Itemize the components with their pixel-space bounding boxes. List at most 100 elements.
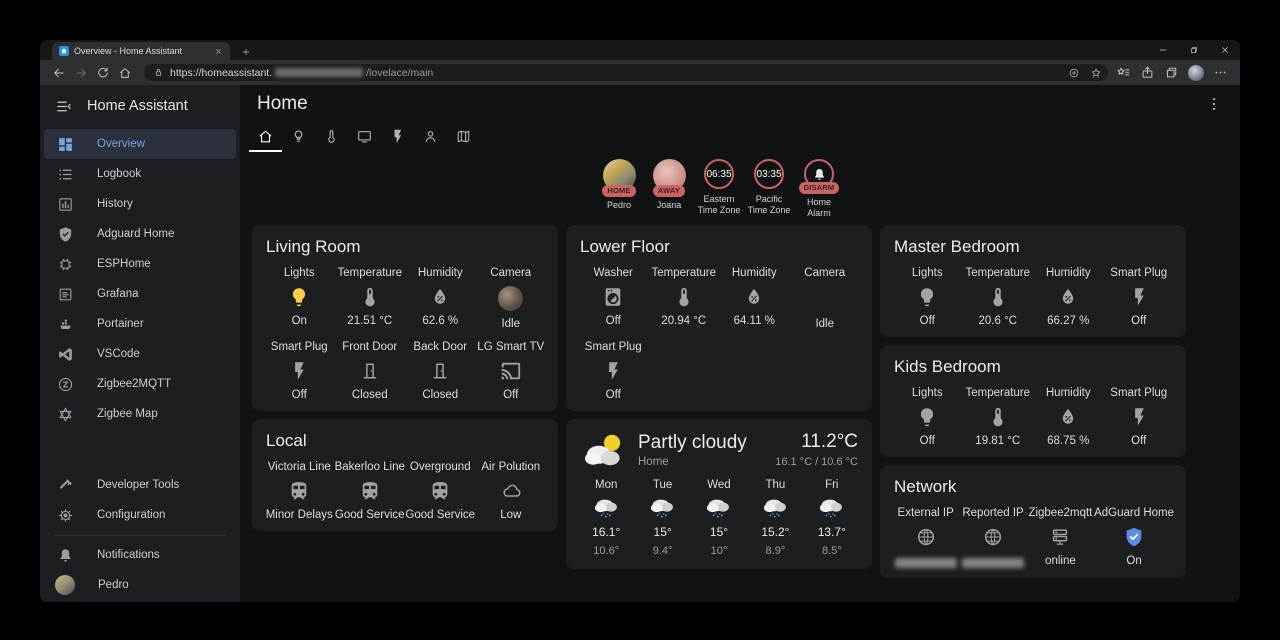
entity-temperature[interactable]: Temperature 19.81 °C bbox=[963, 386, 1034, 448]
view-tab-person[interactable] bbox=[414, 122, 447, 152]
badge-pedro[interactable]: HOME Pedro bbox=[596, 159, 643, 219]
thermo-icon bbox=[987, 286, 1009, 308]
sidebar-item-adguard-home[interactable]: Adguard Home bbox=[44, 219, 236, 249]
entity-humidity[interactable]: Humidity 62.6 % bbox=[405, 266, 476, 331]
entity-label: Camera bbox=[490, 266, 532, 279]
favorites-bar-icon[interactable] bbox=[1116, 65, 1131, 80]
forward-button[interactable] bbox=[70, 63, 92, 83]
entity-washer[interactable]: Washer Off bbox=[578, 266, 649, 331]
entity-external-ip[interactable]: External IP bbox=[892, 506, 959, 569]
site-info-icon[interactable] bbox=[1066, 65, 1082, 81]
sidebar-item-zigbee2mqtt[interactable]: Zigbee2MQTT bbox=[44, 369, 236, 399]
collections-icon[interactable] bbox=[1164, 65, 1179, 80]
entity-smart-plug[interactable]: Smart Plug Off bbox=[1104, 386, 1175, 448]
entity-victoria-line[interactable]: Victoria Line Minor Delays bbox=[264, 460, 335, 522]
browser-home-button[interactable] bbox=[114, 63, 136, 83]
browser-profile-avatar[interactable] bbox=[1188, 64, 1204, 81]
entity-reported-ip[interactable]: Reported IP bbox=[959, 506, 1026, 569]
entity-label: Temperature bbox=[651, 266, 717, 279]
entity-label: Smart Plug bbox=[270, 340, 328, 353]
new-tab-button[interactable] bbox=[238, 44, 254, 60]
entity-state: On bbox=[291, 314, 307, 327]
sidebar-item-esphome[interactable]: ESPHome bbox=[44, 249, 236, 279]
entity-state: 20.94 °C bbox=[661, 314, 707, 327]
view-tab-home[interactable] bbox=[249, 122, 282, 152]
tab-close-icon[interactable] bbox=[214, 47, 223, 56]
sidebar-item-overview[interactable]: Overview bbox=[44, 129, 236, 159]
sidebar-item-logbook[interactable]: Logbook bbox=[44, 159, 236, 189]
browser-tab[interactable]: Overview - Home Assistant bbox=[52, 42, 230, 60]
flash-icon bbox=[288, 360, 310, 382]
entity-lights[interactable]: Lights On bbox=[264, 266, 335, 331]
forecast-high: 15.2° bbox=[761, 524, 790, 539]
entity-smart-plug[interactable]: Smart Plug Off bbox=[1104, 266, 1175, 328]
entity-smart-plug[interactable]: Smart Plug Off bbox=[264, 340, 335, 402]
entity-lights[interactable]: Lights Off bbox=[892, 266, 963, 328]
entity-temperature[interactable]: Temperature 20.6 °C bbox=[963, 266, 1034, 328]
sidebar-item-pedro[interactable]: Pedro bbox=[44, 570, 236, 600]
entity-back-door[interactable]: Back Door Closed bbox=[405, 340, 476, 402]
sidebar-item-configuration[interactable]: Configuration bbox=[44, 500, 236, 530]
weather-condition: Partly cloudy bbox=[638, 431, 747, 453]
address-bar[interactable]: https://homeassistant. /lovelace/main bbox=[144, 64, 1108, 81]
refresh-button[interactable] bbox=[92, 63, 114, 83]
rainy-icon bbox=[703, 495, 734, 520]
entity-label: Lights bbox=[911, 386, 943, 399]
sidebar-item-history[interactable]: History bbox=[44, 189, 236, 219]
badge-pacific-time-zone[interactable]: 03:35 Pacific Time Zone bbox=[746, 159, 793, 219]
entity-temperature[interactable]: Temperature 21.51 °C bbox=[335, 266, 406, 331]
forecast-high: 16.1° bbox=[592, 524, 621, 539]
entity-humidity[interactable]: Humidity 64.11 % bbox=[719, 266, 790, 331]
forecast-day-mon: Mon 16.1° 10.6° bbox=[578, 479, 634, 557]
badge-home-alarm[interactable]: DISARM Home Alarm bbox=[796, 159, 843, 219]
camera-thumbnail bbox=[498, 285, 524, 311]
badge-eastern-time-zone[interactable]: 06:35 Eastern Time Zone bbox=[696, 159, 743, 219]
sidebar-item-notifications[interactable]: Notifications bbox=[44, 540, 236, 570]
favorite-star-icon[interactable] bbox=[1088, 65, 1104, 81]
train-icon bbox=[429, 480, 451, 502]
view-tab-tv[interactable] bbox=[348, 122, 381, 152]
sidebar-item-zigbee-map[interactable]: Zigbee Map bbox=[44, 399, 236, 429]
entity-front-door[interactable]: Front Door Closed bbox=[335, 340, 406, 402]
shieldblue-icon bbox=[1123, 526, 1145, 548]
entity-humidity[interactable]: Humidity 68.75 % bbox=[1033, 386, 1104, 448]
sidebar-item-portainer[interactable]: Portainer bbox=[44, 309, 236, 339]
entity-label: Temperature bbox=[965, 386, 1031, 399]
share-icon[interactable] bbox=[1140, 65, 1155, 80]
forecast-day-label: Tue bbox=[652, 478, 673, 491]
entity-state: Good Service bbox=[334, 508, 405, 521]
close-button[interactable] bbox=[1209, 40, 1240, 60]
entity-camera[interactable]: Camera Idle bbox=[790, 266, 861, 331]
back-button[interactable] bbox=[48, 63, 70, 83]
entity-smart-plug[interactable]: Smart Plug Off bbox=[578, 340, 649, 402]
entity-label: Front Door bbox=[342, 340, 398, 353]
portainer-icon bbox=[57, 316, 74, 333]
entity-adguard-home[interactable]: AdGuard Home On bbox=[1094, 506, 1174, 569]
browser-menu-icon[interactable] bbox=[1213, 65, 1228, 80]
entity-temperature[interactable]: Temperature 20.94 °C bbox=[649, 266, 720, 331]
card-living-room: Living Room Lights On Temperature 21.51 °C H… bbox=[252, 224, 558, 411]
entity-overground[interactable]: Overground Good Service bbox=[405, 460, 476, 522]
entity-zigbee2mqtt[interactable]: Zigbee2mqtt online bbox=[1027, 506, 1094, 569]
view-tab-thermo[interactable] bbox=[315, 122, 348, 152]
sidebar-item-label: Portainer bbox=[97, 318, 144, 330]
entity-humidity[interactable]: Humidity 66.27 % bbox=[1033, 266, 1104, 328]
card-weather[interactable]: Partly cloudy Home 11.2°C 16.1 °C / 10.6… bbox=[566, 418, 872, 569]
entity-lights[interactable]: Lights Off bbox=[892, 386, 963, 448]
view-tab-flash[interactable] bbox=[381, 122, 414, 152]
badge-joana[interactable]: AWAY Joana bbox=[646, 159, 693, 219]
sidebar-toggle-icon[interactable] bbox=[55, 98, 72, 115]
minimize-button[interactable] bbox=[1147, 40, 1178, 60]
sidebar-item-vscode[interactable]: VSCode bbox=[44, 339, 236, 369]
overflow-menu-icon[interactable] bbox=[1205, 95, 1223, 113]
sidebar-item-developer-tools[interactable]: Developer Tools bbox=[44, 470, 236, 500]
restore-button[interactable] bbox=[1178, 40, 1209, 60]
entity-lg-smart-tv[interactable]: LG Smart TV Off bbox=[476, 340, 547, 402]
entity-bakerloo-line[interactable]: Bakerloo Line Good Service bbox=[335, 460, 406, 522]
sidebar-item-grafana[interactable]: Grafana bbox=[44, 279, 236, 309]
view-tab-map[interactable] bbox=[447, 122, 480, 152]
entity-camera[interactable]: Camera Idle bbox=[476, 266, 547, 331]
entity-label: Washer bbox=[593, 266, 633, 279]
view-tab-bulb[interactable] bbox=[282, 122, 315, 152]
entity-air-polution[interactable]: Air Polution Low bbox=[476, 460, 547, 522]
